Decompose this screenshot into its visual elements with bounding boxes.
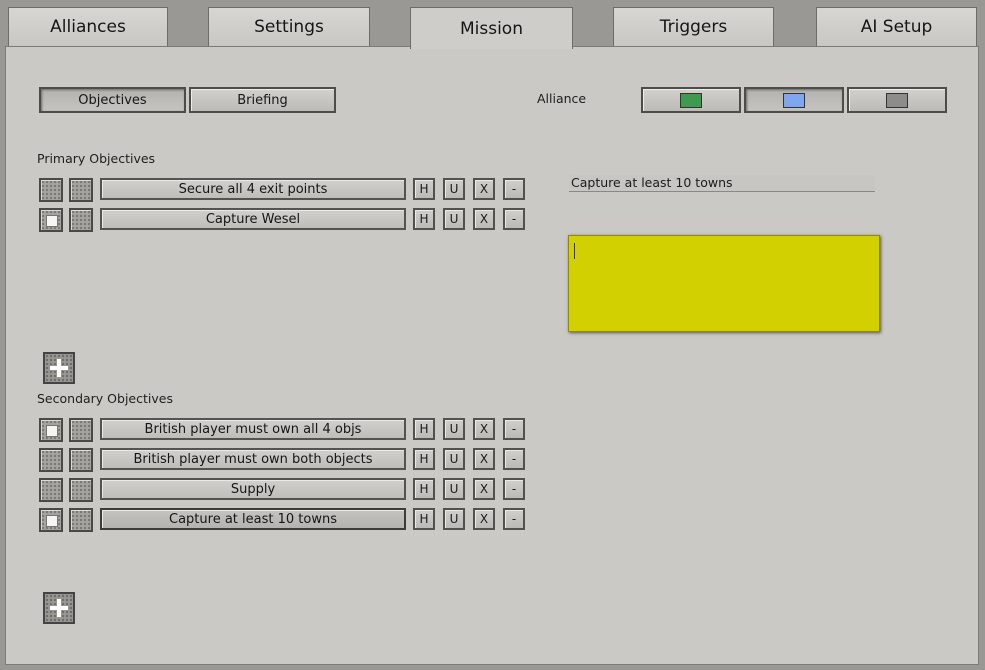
checkbox-mark xyxy=(46,515,58,527)
texture-icon[interactable] xyxy=(69,478,93,502)
delete-button[interactable]: X xyxy=(473,208,495,230)
primary-objectives-heading: Primary Objectives xyxy=(37,151,156,166)
u-button[interactable]: U xyxy=(443,418,465,440)
objective-name-button[interactable]: British player must own all 4 objs xyxy=(100,418,406,440)
objective-name-button[interactable]: Capture Wesel xyxy=(100,208,406,230)
minus-button[interactable]: - xyxy=(503,208,525,230)
secondary-objectives-heading: Secondary Objectives xyxy=(37,391,173,406)
tab-label: Alliances xyxy=(50,17,126,37)
u-button[interactable]: U xyxy=(443,178,465,200)
tab-triggers[interactable]: Triggers xyxy=(613,7,774,46)
objective-description-textarea[interactable] xyxy=(568,235,880,332)
objective-name-button[interactable]: Supply xyxy=(100,478,406,500)
h-button[interactable]: H xyxy=(413,418,435,440)
minus-button[interactable]: - xyxy=(503,418,525,440)
checkbox-icon[interactable] xyxy=(39,478,63,502)
delete-button[interactable]: X xyxy=(473,448,495,470)
texture-icon[interactable] xyxy=(69,448,93,472)
tab-ai-setup[interactable]: AI Setup xyxy=(816,7,977,46)
checkbox-mark xyxy=(46,215,58,227)
tab-label: Mission xyxy=(459,18,523,39)
checkbox-icon[interactable] xyxy=(39,448,63,472)
blue-swatch xyxy=(783,92,805,108)
add-secondary-objective-button[interactable] xyxy=(43,592,75,624)
alliance-blue-button[interactable] xyxy=(744,87,844,113)
minus-button[interactable]: - xyxy=(503,508,525,530)
alliance-green-button[interactable] xyxy=(641,87,741,113)
mission-panel: Objectives Briefing Alliance Primary Obj… xyxy=(5,46,979,665)
tab-settings[interactable]: Settings xyxy=(208,7,370,46)
delete-button[interactable]: X xyxy=(473,418,495,440)
tab-mission[interactable]: Mission xyxy=(410,7,573,49)
texture-icon[interactable] xyxy=(69,508,93,532)
minus-button[interactable]: - xyxy=(503,178,525,200)
alliance-gray-button[interactable] xyxy=(847,87,947,113)
checkbox-icon[interactable] xyxy=(39,508,63,532)
checkbox-mark xyxy=(46,425,58,437)
texture-icon[interactable] xyxy=(69,418,93,442)
tab-label: Triggers xyxy=(659,17,728,37)
u-button[interactable]: U xyxy=(443,508,465,530)
objective-name-button[interactable]: Secure all 4 exit points xyxy=(100,178,406,200)
tab-label: Settings xyxy=(254,17,324,37)
delete-button[interactable]: X xyxy=(473,508,495,530)
briefing-subtab-button[interactable]: Briefing xyxy=(189,87,336,113)
text-caret xyxy=(574,243,575,259)
objective-name-button[interactable]: Capture at least 10 towns xyxy=(100,508,406,530)
texture-icon[interactable] xyxy=(69,208,93,232)
minus-button[interactable]: - xyxy=(503,478,525,500)
button-label: Briefing xyxy=(237,92,288,108)
alliance-label: Alliance xyxy=(537,91,587,106)
h-button[interactable]: H xyxy=(413,448,435,470)
gray-swatch xyxy=(886,92,908,108)
green-swatch xyxy=(680,92,702,108)
objective-name-button[interactable]: British player must own both objects xyxy=(100,448,406,470)
button-label: Objectives xyxy=(78,92,147,108)
h-button[interactable]: H xyxy=(413,478,435,500)
tab-alliances[interactable]: Alliances xyxy=(8,7,168,46)
objective-title-input[interactable]: Capture at least 10 towns xyxy=(569,175,875,192)
tab-label: AI Setup xyxy=(860,17,933,37)
checkbox-icon[interactable] xyxy=(39,208,63,232)
h-button[interactable]: H xyxy=(413,208,435,230)
h-button[interactable]: H xyxy=(413,508,435,530)
checkbox-icon[interactable] xyxy=(39,178,63,202)
minus-button[interactable]: - xyxy=(503,448,525,470)
objectives-subtab-button[interactable]: Objectives xyxy=(39,87,186,113)
h-button[interactable]: H xyxy=(413,178,435,200)
u-button[interactable]: U xyxy=(443,478,465,500)
add-primary-objective-button[interactable] xyxy=(43,352,75,384)
u-button[interactable]: U xyxy=(443,448,465,470)
u-button[interactable]: U xyxy=(443,208,465,230)
texture-icon[interactable] xyxy=(69,178,93,202)
checkbox-icon[interactable] xyxy=(39,418,63,442)
plus-icon xyxy=(50,599,68,617)
plus-icon xyxy=(50,359,68,377)
delete-button[interactable]: X xyxy=(473,178,495,200)
delete-button[interactable]: X xyxy=(473,478,495,500)
